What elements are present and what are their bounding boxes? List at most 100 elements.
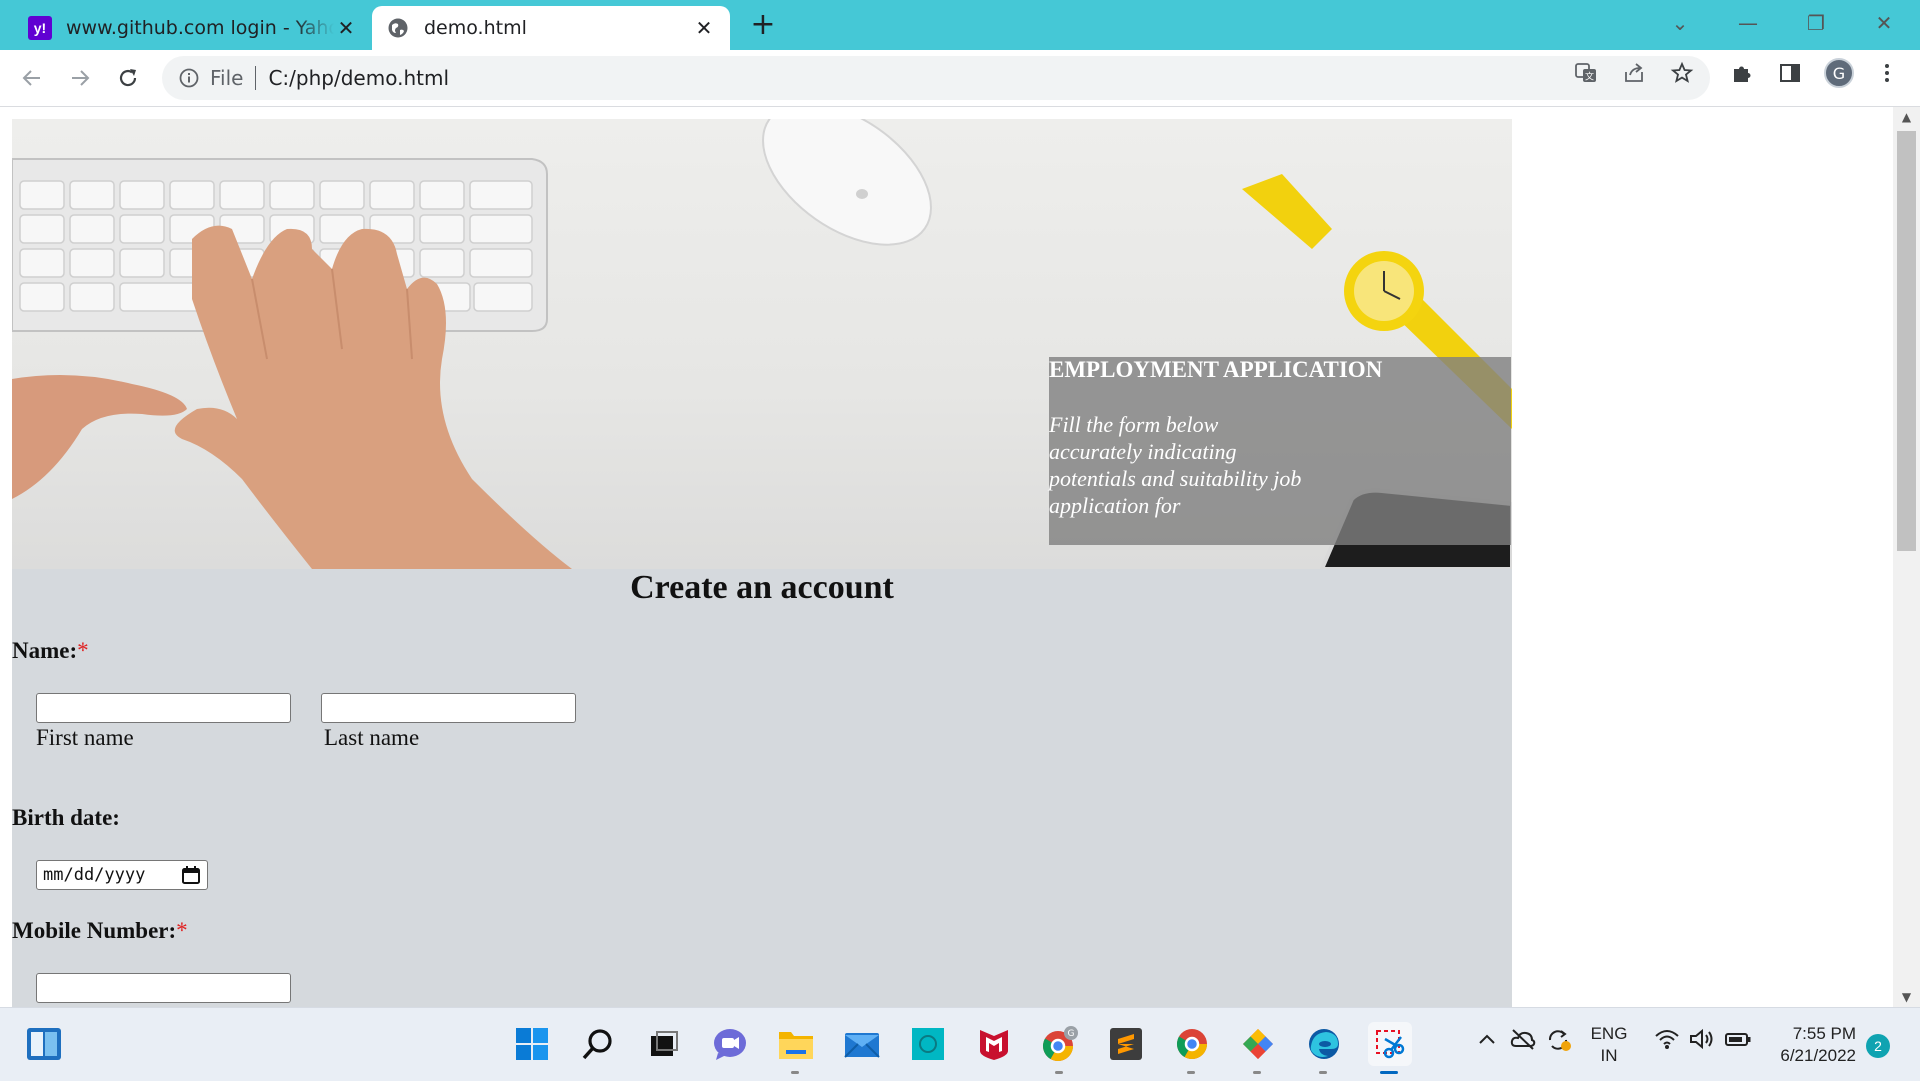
yahoo-icon: y!: [28, 16, 52, 40]
task-view-button[interactable]: [642, 1022, 686, 1066]
chrome-icon: [1176, 1029, 1207, 1060]
address-bar[interactable]: File C:/php/demo.html: [162, 56, 1710, 100]
running-indicator: [1253, 1071, 1261, 1074]
battery-icon[interactable]: [1724, 1028, 1752, 1055]
app-button[interactable]: [906, 1022, 950, 1066]
url-text[interactable]: C:/php/demo.html: [268, 66, 449, 90]
reload-icon: [119, 69, 137, 87]
last-name-caption: Last name: [324, 725, 420, 750]
hero-banner: EMPLOYMENT APPLICATION Fill the form bel…: [12, 119, 1512, 569]
sync-alert-icon[interactable]: [1546, 1028, 1572, 1057]
windows-taskbar: G ENG IN 7:55 PM 6/21/2022 2: [0, 1007, 1920, 1081]
date-placeholder: mm/dd/yyyy: [43, 865, 146, 885]
close-window-button[interactable]: ✕: [1864, 8, 1904, 38]
back-button[interactable]: [14, 60, 50, 96]
wifi-icon[interactable]: [1654, 1028, 1680, 1055]
side-panel-icon[interactable]: [1777, 60, 1803, 86]
minimize-button[interactable]: —: [1728, 8, 1768, 38]
mobile-label-text: Mobile Number:: [12, 918, 177, 943]
new-tab-button[interactable]: +: [748, 10, 778, 42]
tab-search-chevron-icon[interactable]: ⌄: [1660, 8, 1700, 38]
forward-button[interactable]: [62, 60, 98, 96]
widgets-button[interactable]: [22, 1022, 66, 1066]
divider: [255, 66, 257, 90]
sublime-text-button[interactable]: [1104, 1022, 1148, 1066]
edge-icon: [1309, 1029, 1339, 1059]
mcafee-icon: [980, 1030, 1008, 1060]
system-clock[interactable]: 7:55 PM 6/21/2022: [1760, 1023, 1856, 1067]
mcafee-button[interactable]: [972, 1022, 1016, 1066]
git-button[interactable]: [1236, 1022, 1280, 1074]
reload-button[interactable]: [110, 60, 146, 96]
profile-avatar[interactable]: G: [1824, 58, 1854, 88]
clock-date: 6/21/2022: [1780, 1046, 1856, 1065]
snipping-tool-button[interactable]: [1368, 1022, 1412, 1074]
chat-button[interactable]: [708, 1022, 752, 1066]
scroll-down-arrow-icon[interactable]: ▼: [1893, 987, 1920, 1007]
mobile-number-input[interactable]: [36, 973, 291, 1003]
clock-time: 7:55 PM: [1792, 1024, 1856, 1043]
hero-text-overlay: EMPLOYMENT APPLICATION Fill the form bel…: [1049, 357, 1511, 545]
restore-button[interactable]: ❐: [1796, 8, 1836, 38]
volume-icon[interactable]: [1688, 1028, 1716, 1055]
forward-arrow-icon: [72, 70, 90, 86]
app-icon: [912, 1028, 944, 1060]
hero-heading: EMPLOYMENT APPLICATION: [1049, 357, 1383, 382]
region-code: IN: [1600, 1046, 1618, 1065]
git-icon: [1243, 1029, 1273, 1059]
file-explorer-button[interactable]: [774, 1022, 818, 1074]
mobile-number-label: Mobile Number:*: [12, 918, 188, 944]
close-icon[interactable]: ✕: [692, 16, 716, 40]
extensions-icon[interactable]: [1729, 60, 1755, 86]
mail-button[interactable]: [840, 1022, 884, 1066]
required-mark: *: [176, 918, 188, 943]
avatar: G: [1824, 58, 1854, 88]
chrome-profile-button[interactable]: G: [1038, 1022, 1082, 1074]
close-icon[interactable]: ✕: [334, 16, 358, 40]
tab-title: demo.html: [424, 17, 527, 39]
name-label-text: Name:: [12, 638, 78, 663]
bookmark-star-icon[interactable]: [1669, 60, 1695, 86]
search-button[interactable]: [576, 1022, 620, 1066]
chrome-button[interactable]: [1170, 1022, 1214, 1074]
edge-button[interactable]: [1302, 1022, 1346, 1074]
scroll-thumb[interactable]: [1897, 131, 1916, 551]
scheme-label: File: [210, 66, 244, 90]
mail-icon: [844, 1033, 880, 1058]
birth-date-input[interactable]: mm/dd/yyyy: [36, 860, 208, 890]
required-mark: *: [77, 638, 89, 663]
tab-yahoo-search[interactable]: y! www.github.com login - Yahoo Search ✕: [14, 6, 372, 50]
sublime-text-icon: [1110, 1028, 1142, 1060]
running-indicator: [1319, 1071, 1327, 1074]
svg-text:文: 文: [1585, 71, 1594, 83]
hero-description: Fill the form below accurately indicatin…: [1049, 412, 1302, 518]
chat-icon: [714, 1029, 746, 1060]
info-icon[interactable]: [178, 67, 200, 89]
page-viewport: EMPLOYMENT APPLICATION Fill the form bel…: [0, 107, 1893, 1007]
language-code: ENG: [1590, 1024, 1628, 1043]
translate-icon[interactable]: 文: [1573, 60, 1599, 86]
svg-text:G: G: [1068, 1029, 1075, 1039]
tab-demo-html[interactable]: demo.html ✕: [372, 6, 730, 50]
start-button[interactable]: [510, 1022, 554, 1066]
language-indicator[interactable]: ENG IN: [1584, 1023, 1634, 1067]
form-page: EMPLOYMENT APPLICATION Fill the form bel…: [12, 119, 1512, 1007]
first-name-caption: First name: [36, 725, 134, 750]
share-icon[interactable]: [1621, 60, 1647, 86]
start-icon: [516, 1028, 548, 1060]
menu-kebab-icon[interactable]: [1874, 60, 1900, 86]
name-label: Name:*: [12, 638, 89, 664]
first-name-input[interactable]: [36, 693, 291, 723]
page-scrollbar[interactable]: ▲ ▼: [1893, 107, 1920, 1007]
globe-icon: [386, 16, 410, 40]
notification-badge[interactable]: 2: [1866, 1034, 1890, 1058]
snipping-tool-icon: [1376, 1030, 1405, 1059]
running-indicator: [791, 1071, 799, 1074]
running-indicator: [1380, 1071, 1398, 1074]
tab-title: www.github.com login - Yahoo Search: [66, 17, 334, 39]
last-name-input[interactable]: [321, 693, 576, 723]
show-hidden-icons-chevron-icon[interactable]: [1476, 1028, 1498, 1055]
scroll-up-arrow-icon[interactable]: ▲: [1893, 107, 1920, 127]
onedrive-offline-icon[interactable]: [1510, 1028, 1536, 1055]
calendar-icon[interactable]: [181, 865, 201, 885]
